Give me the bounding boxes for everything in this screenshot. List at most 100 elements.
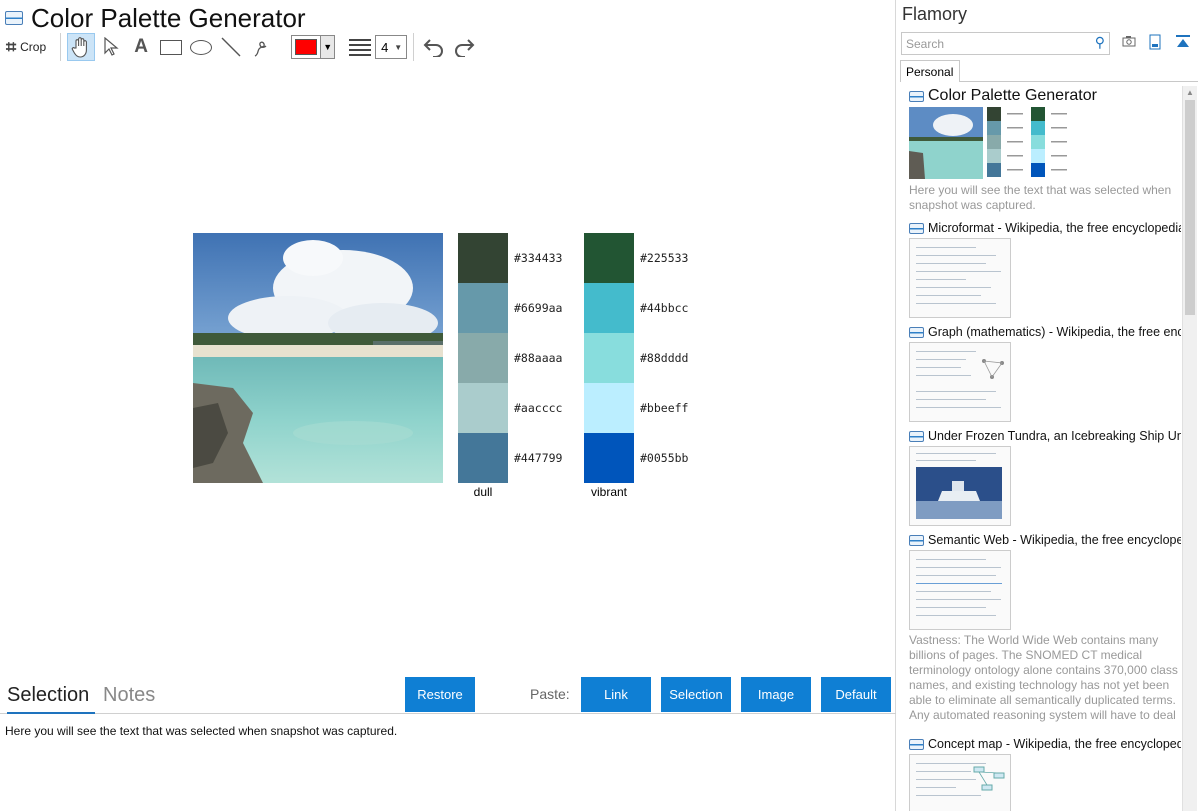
text-tool-button[interactable]: A xyxy=(127,33,155,61)
tab-divider xyxy=(960,81,1198,82)
color-chip xyxy=(584,383,634,433)
sidebar-scrollbar[interactable]: ▲ xyxy=(1182,86,1197,811)
select-tool-button[interactable] xyxy=(97,33,125,61)
drawing-toolbar: ⌗ Crop A ▼ 4 ▼ xyxy=(4,32,480,62)
restore-button[interactable]: Restore xyxy=(405,677,475,712)
camera-icon[interactable] xyxy=(1122,34,1136,50)
color-chip-row: #225533 xyxy=(584,233,694,283)
snapshot-entry[interactable]: Microformat - Wikipedia, the free encycl… xyxy=(909,221,1181,318)
snapshot-entry[interactable]: Semantic Web - Wikipedia, the free encyc… xyxy=(909,533,1181,725)
freehand-icon xyxy=(254,41,267,57)
tab-personal[interactable]: Personal xyxy=(900,60,960,82)
undo-button[interactable] xyxy=(420,33,448,61)
hex-label: #88aaaa xyxy=(514,351,563,365)
hand-tool-button[interactable] xyxy=(67,33,96,61)
search-input[interactable]: Search ⚲ xyxy=(901,32,1110,55)
entry-header: Concept map - Wikipedia, the free encycl… xyxy=(909,737,1181,751)
line-width-select[interactable]: 4 ▼ xyxy=(375,35,408,59)
palette-label: vibrant xyxy=(590,485,628,499)
toolbar-divider xyxy=(60,33,62,61)
snapshot-entry[interactable]: Color Palette Generator Here you will se… xyxy=(909,87,1181,213)
search-icon[interactable]: ⚲ xyxy=(1095,34,1105,51)
color-chip xyxy=(458,283,508,333)
entry-snippet: Vastness: The World Wide Web contains ma… xyxy=(909,633,1178,725)
main-pane: Color Palette Generator ⌗ Crop A ▼ 4 ▼ #… xyxy=(0,0,896,811)
paste-image-button[interactable]: Image xyxy=(741,677,811,712)
tab-notes[interactable]: Notes xyxy=(103,684,155,712)
ellipse-tool-button[interactable] xyxy=(187,33,215,61)
snapshot-entry[interactable]: Concept map - Wikipedia, the free encycl… xyxy=(909,737,1181,811)
page-icon xyxy=(909,326,924,338)
thumbnail-dull-chips xyxy=(987,107,1001,177)
hex-label: #88dddd xyxy=(640,351,689,365)
entry-title[interactable]: Color Palette Generator xyxy=(928,87,1097,105)
document-icon[interactable] xyxy=(1149,34,1161,53)
freehand-tool-button[interactable] xyxy=(247,33,275,61)
color-chip-row: #88dddd xyxy=(584,333,694,383)
entry-title[interactable]: Semantic Web - Wikipedia, the free encyc… xyxy=(928,533,1181,547)
color-chip xyxy=(458,333,508,383)
scrollbar-thumb[interactable] xyxy=(1185,100,1195,315)
pointer-icon xyxy=(104,37,119,56)
undo-icon xyxy=(423,39,444,57)
entry-header: Microformat - Wikipedia, the free encycl… xyxy=(909,221,1181,235)
entry-thumbnail xyxy=(909,238,1011,318)
redo-button[interactable] xyxy=(450,33,478,61)
scroll-up-icon[interactable]: ▲ xyxy=(1183,86,1197,100)
toolbar-divider xyxy=(413,33,415,61)
paste-selection-button[interactable]: Selection xyxy=(661,677,731,712)
crop-icon: ⌗ xyxy=(6,36,17,57)
thumbnail-vibrant-labels xyxy=(1051,113,1067,171)
snapshot-entry[interactable]: Graph (mathematics) - Wikipedia, the fre… xyxy=(909,325,1181,422)
hex-label: #aacccc xyxy=(514,401,563,415)
entry-title[interactable]: Under Frozen Tundra, an Icebreaking Ship… xyxy=(928,429,1181,443)
entry-title[interactable]: Microformat - Wikipedia, the free encycl… xyxy=(928,221,1181,235)
vibrant-palette: #225533 #44bbcc #88dddd #bbeeff #0055bb … xyxy=(584,233,694,499)
crop-label: Crop xyxy=(20,40,47,54)
page-icon xyxy=(909,430,924,442)
search-placeholder: Search xyxy=(906,37,945,51)
selection-text[interactable]: Here you will see the text that was sele… xyxy=(5,724,397,738)
page-icon xyxy=(5,11,23,25)
flamory-sidebar: Flamory Search ⚲ Personal ▲ Color Palett… xyxy=(897,0,1198,811)
entry-title[interactable]: Concept map - Wikipedia, the free encycl… xyxy=(928,737,1181,751)
title-row: Color Palette Generator xyxy=(5,3,306,33)
rectangle-tool-button[interactable] xyxy=(157,33,185,61)
dull-palette: #334433 #6699aa #88aaaa #aacccc #447799 … xyxy=(458,233,568,499)
entry-thumbnail xyxy=(909,550,1011,630)
brand-title: Flamory xyxy=(902,4,968,24)
chevron-down-icon: ▼ xyxy=(320,36,335,58)
rectangle-icon xyxy=(160,39,183,55)
color-picker[interactable]: ▼ xyxy=(291,35,336,59)
color-chip-row: #6699aa xyxy=(458,283,568,333)
entry-thumbnail xyxy=(909,754,1011,811)
collapse-panel-icon[interactable] xyxy=(1175,34,1191,51)
entry-header: Graph (mathematics) - Wikipedia, the fre… xyxy=(909,325,1181,339)
hex-label: #0055bb xyxy=(640,451,689,465)
page-icon xyxy=(909,534,924,546)
redo-icon xyxy=(455,39,475,57)
crop-button[interactable]: ⌗ Crop xyxy=(4,33,52,61)
tab-selection[interactable]: Selection xyxy=(7,684,96,714)
color-chip xyxy=(458,383,508,433)
hex-label: #225533 xyxy=(640,251,689,265)
paste-label: Paste: xyxy=(530,686,570,702)
color-chip xyxy=(584,233,634,283)
color-chip-row: #334433 xyxy=(458,233,568,283)
color-chip xyxy=(584,433,634,483)
thumbnail-dull-labels xyxy=(1007,113,1023,171)
entry-header: Under Frozen Tundra, an Icebreaking Ship… xyxy=(909,429,1181,443)
paste-link-button[interactable]: Link xyxy=(581,677,651,712)
snapshot-entry[interactable]: Under Frozen Tundra, an Icebreaking Ship… xyxy=(909,429,1181,526)
page-icon xyxy=(909,738,924,750)
color-chip-row: #447799 xyxy=(458,433,568,483)
bottom-bar: Selection Notes Restore Paste: Link Sele… xyxy=(0,676,896,714)
color-chip-row: #44bbcc xyxy=(584,283,694,333)
current-color-swatch xyxy=(295,39,318,55)
entry-title[interactable]: Graph (mathematics) - Wikipedia, the fre… xyxy=(928,325,1181,339)
chevron-down-icon: ▼ xyxy=(394,42,403,52)
paste-default-button[interactable]: Default xyxy=(821,677,891,712)
palette-label: dull xyxy=(473,485,493,499)
line-tool-button[interactable] xyxy=(217,33,245,61)
page-icon xyxy=(909,90,924,102)
